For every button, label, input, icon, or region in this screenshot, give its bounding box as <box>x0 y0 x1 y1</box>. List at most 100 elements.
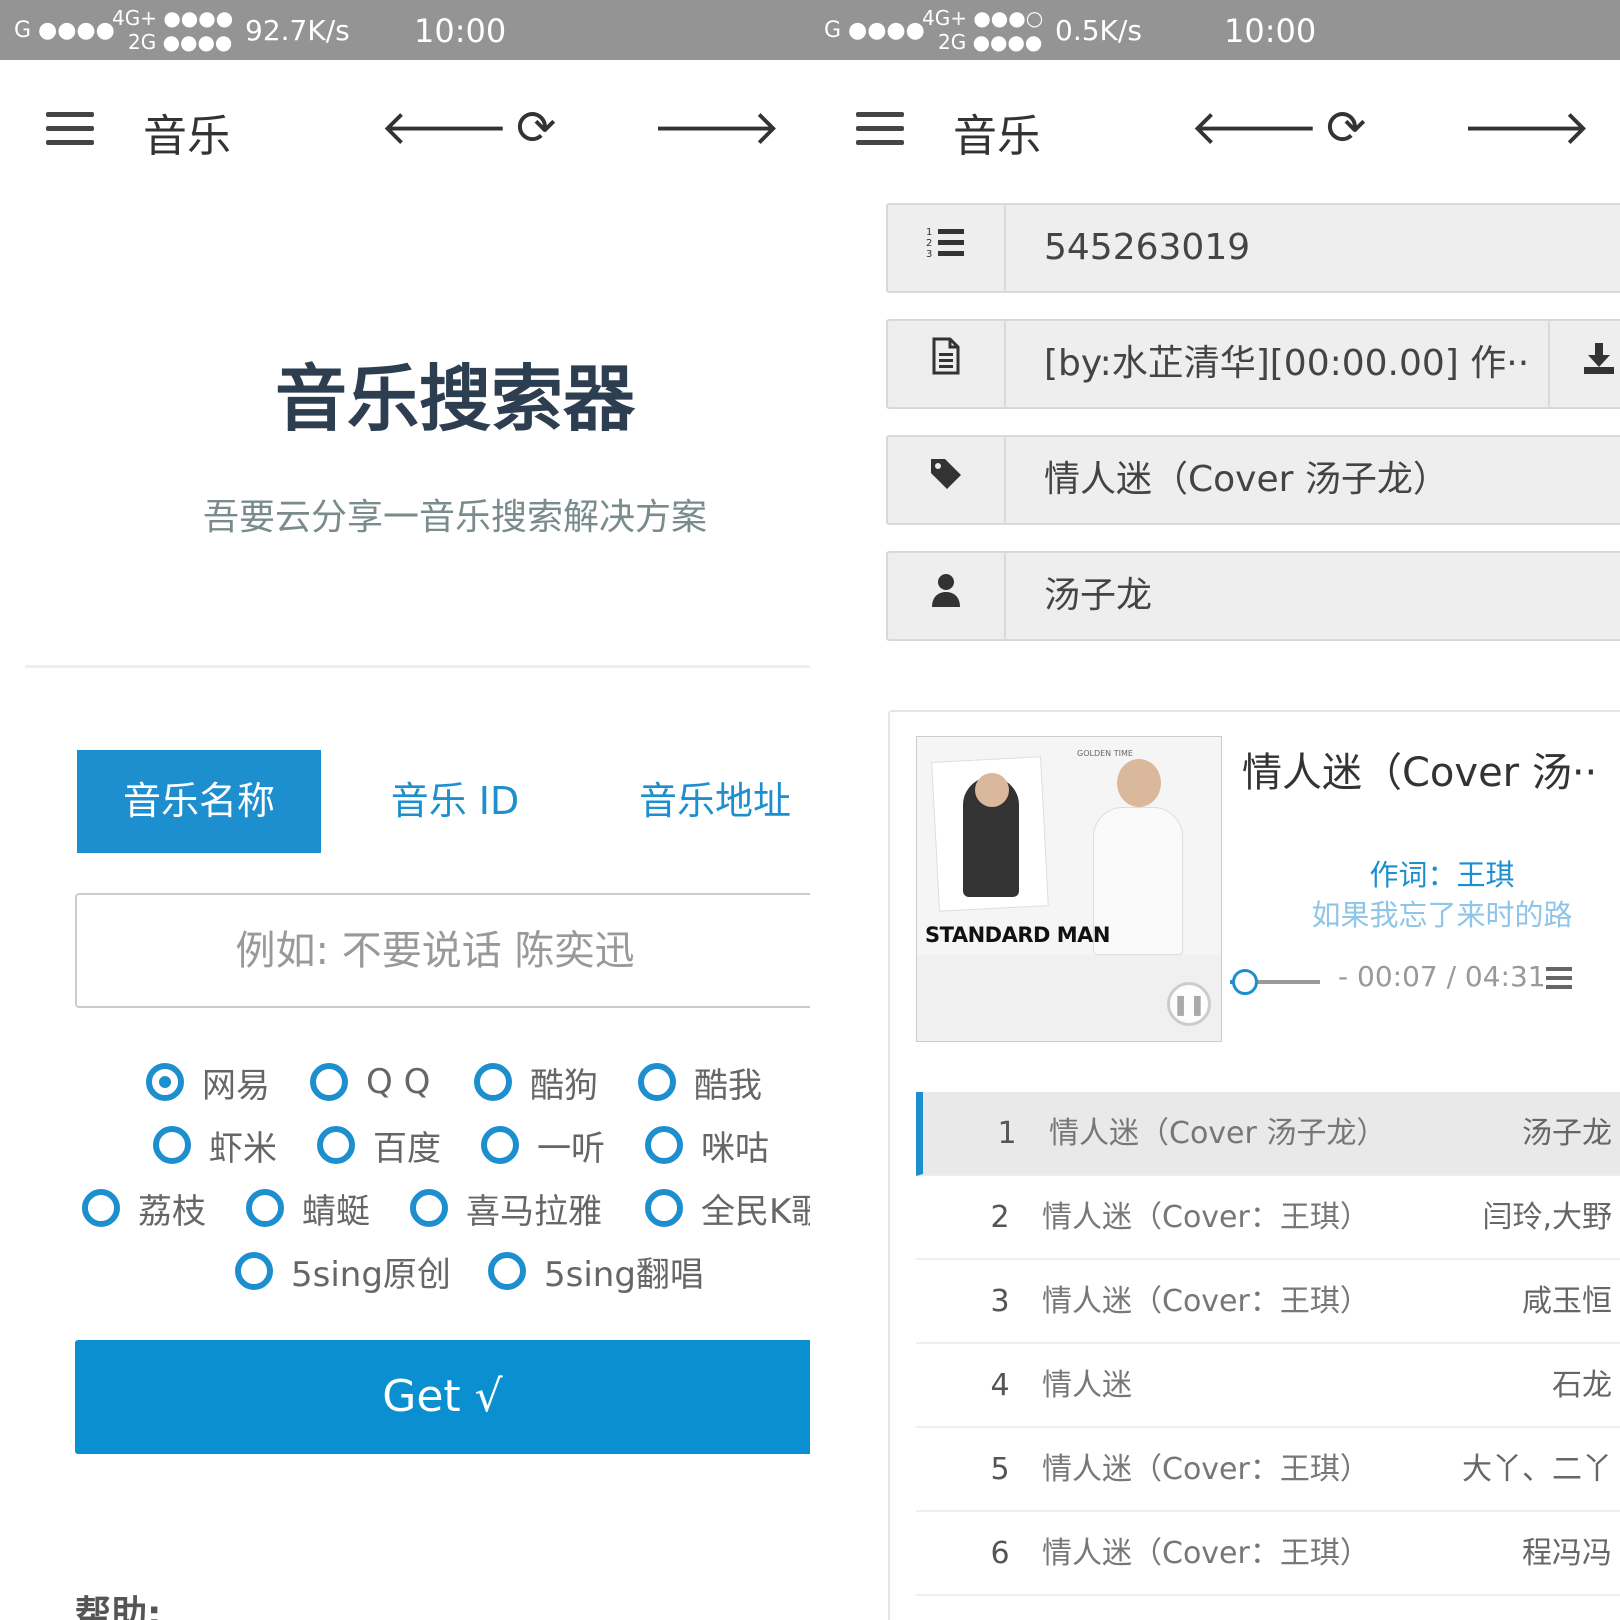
radio-unchecked-icon <box>310 1063 348 1101</box>
radio-baidu[interactable]: 百度 <box>317 1117 441 1173</box>
song-id-value[interactable]: 545263019 <box>1044 205 1250 291</box>
nav-title: 音乐 <box>143 111 231 162</box>
track-artist: 咸玉恒 <box>1522 1284 1612 1319</box>
radio-unchecked-icon <box>317 1126 355 1164</box>
track-artist: 汤子龙 <box>1522 1116 1612 1151</box>
radio-kuwo[interactable]: 酷我 <box>638 1054 762 1110</box>
playlist-item[interactable]: 1 情人迷（Cover 汤子龙） 汤子龙 <box>916 1092 1620 1176</box>
download-icon[interactable] <box>1548 321 1620 407</box>
playlist-item[interactable]: 4 情人迷 石龙 <box>916 1344 1620 1428</box>
clock: 10:00 <box>1224 12 1317 50</box>
song-title-field: 情人迷（Cover 汤子龙） <box>886 435 1620 525</box>
radio-lizhi[interactable]: 荔枝 <box>82 1180 206 1236</box>
help-heading: 帮助: <box>75 1594 162 1620</box>
search-input[interactable] <box>75 893 810 1008</box>
track-number: 1 <box>997 1116 1017 1151</box>
network-2g: 2G ●●●● <box>128 30 233 54</box>
network-4g: 4G+ ●●●○ <box>922 6 1044 30</box>
radio-ximalaya[interactable]: 喜马拉雅 <box>410 1180 602 1236</box>
track-number: 4 <box>990 1368 1010 1403</box>
radio-unchecked-icon <box>153 1126 191 1164</box>
pause-icon[interactable]: ❚❚ <box>1167 982 1211 1026</box>
network-indicator: 4G+ ●●●○ 2G ●●●● <box>922 6 1043 54</box>
lyrics-field: [by:水芷清华][00:00.00] 作·· <box>886 319 1620 409</box>
status-bar: G ●●●● 4G+ ●●●○ 2G ●●●● 0.5K/s 10:00 ≋ <box>810 0 1620 60</box>
nav-bar: 音乐 🡐 ⟳ 🡒 <box>810 60 1620 200</box>
progress-bar[interactable] <box>1230 969 1320 995</box>
forward-arrow-icon[interactable]: 🡒 <box>1462 98 1591 158</box>
menu-icon[interactable] <box>856 112 904 148</box>
radio-xiami[interactable]: 虾米 <box>153 1117 277 1173</box>
signal-carrier: G ●●●● <box>824 18 925 43</box>
playlist-item[interactable]: 6 情人迷（Cover：王琪） 程冯冯 <box>916 1512 1620 1596</box>
artist-value[interactable]: 汤子龙 <box>1044 553 1152 639</box>
radio-5sing-original[interactable]: 5sing原创 <box>235 1243 451 1299</box>
progress-handle[interactable] <box>1232 969 1259 995</box>
radio-unchecked-icon <box>488 1252 526 1290</box>
track-artist: 程冯冯 <box>1522 1536 1612 1571</box>
track-number: 3 <box>990 1284 1010 1319</box>
radio-checked-icon <box>146 1063 184 1101</box>
song-id-field: 123 545263019 <box>886 203 1620 293</box>
signal-carrier: G ●●●● <box>14 18 115 43</box>
radio-unchecked-icon <box>82 1189 120 1227</box>
lyrics-value[interactable]: [by:水芷清华][00:00.00] 作·· <box>1044 321 1539 407</box>
playlist-item[interactable]: 3 情人迷（Cover：王琪） 咸玉恒 <box>916 1260 1620 1344</box>
network-4g: 4G+ ●●●● <box>112 6 234 30</box>
radio-qingting[interactable]: 蜻蜓 <box>246 1180 370 1236</box>
clock: 10:00 <box>414 12 507 50</box>
tab-music-name[interactable]: 音乐名称 <box>77 750 321 853</box>
track-title: 情人迷（Cover：王琪） <box>1042 1536 1370 1571</box>
track-title: 情人迷（Cover：王琪） <box>1042 1452 1370 1487</box>
svg-text:1: 1 <box>926 227 932 238</box>
track-artist: 石龙 <box>1552 1368 1612 1403</box>
radio-unchecked-icon <box>638 1063 676 1101</box>
playlist: 1 情人迷（Cover 汤子龙） 汤子龙 2 情人迷（Cover：王琪） 闫玲,… <box>916 1092 1620 1596</box>
track-title: 情人迷（Cover 汤子龙） <box>1049 1116 1387 1151</box>
album-cover: GOLDEN TIME STANDARD MAN ❚❚ <box>916 736 1222 1042</box>
get-button[interactable]: Get √ <box>75 1340 810 1454</box>
back-arrow-icon[interactable]: 🡐 <box>1190 98 1319 158</box>
track-title: 情人迷（Cover：王琪） <box>1042 1200 1370 1235</box>
file-text-icon <box>888 321 1006 407</box>
radio-5sing-cover[interactable]: 5sing翻唱 <box>488 1243 704 1299</box>
radio-yiting[interactable]: 一听 <box>481 1117 605 1173</box>
page-subtitle: 吾要云分享一音乐搜索解决方案 <box>202 497 707 538</box>
radio-unchecked-icon <box>474 1063 512 1101</box>
refresh-icon[interactable]: ⟳ <box>516 98 556 158</box>
play-time: - 00:07 / 04:31 <box>1338 960 1546 993</box>
divider <box>25 665 810 668</box>
radio-kugou[interactable]: 酷狗 <box>474 1054 598 1110</box>
svg-text:2: 2 <box>926 238 932 249</box>
track-title: 情人迷（Cover：王琪） <box>1042 1284 1370 1319</box>
song-title-value[interactable]: 情人迷（Cover 汤子龙） <box>1044 437 1449 523</box>
network-2g: 2G ●●●● <box>938 30 1043 54</box>
radio-netease[interactable]: 网易 <box>146 1054 270 1110</box>
lyric-next-line: 如果我忘了来时的路 <box>1311 898 1573 932</box>
tab-music-id[interactable]: 音乐 ID <box>335 750 575 853</box>
network-speed: 0.5K/s <box>1055 14 1142 47</box>
nav-title: 音乐 <box>953 111 1041 162</box>
tab-music-url[interactable]: 音乐地址 <box>595 750 810 853</box>
radio-unchecked-icon <box>410 1189 448 1227</box>
menu-icon[interactable] <box>46 112 94 148</box>
artist-field: 汤子龙 <box>886 551 1620 641</box>
forward-arrow-icon[interactable]: 🡒 <box>652 98 781 158</box>
wifi-icon: ≋ <box>810 10 812 40</box>
radio-quanmin-kge[interactable]: 全民K歌 <box>645 1180 810 1236</box>
nav-bar: 音乐 🡐 ⟳ 🡒 <box>0 60 810 200</box>
refresh-icon[interactable]: ⟳ <box>1326 98 1366 158</box>
back-arrow-icon[interactable]: 🡐 <box>380 98 509 158</box>
radio-qq[interactable]: Q Q <box>310 1054 430 1110</box>
music-player: GOLDEN TIME STANDARD MAN ❚❚ 情人迷（Cover 汤·… <box>888 710 1620 1620</box>
lyric-current-line: 作词：王琪 <box>1369 858 1515 892</box>
tag-icon <box>888 437 1006 523</box>
status-bar: G ●●●● 4G+ ●●●● 2G ●●●● 92.7K/s 10:00 <box>0 0 810 60</box>
playlist-item[interactable]: 5 情人迷（Cover：王琪） 大丫、二丫 <box>916 1428 1620 1512</box>
radio-unchecked-icon <box>645 1189 683 1227</box>
radio-unchecked-icon <box>645 1126 683 1164</box>
playlist-item[interactable]: 2 情人迷（Cover：王琪） 闫玲,大野 <box>916 1176 1620 1260</box>
playlist-toggle-icon[interactable] <box>1546 967 1572 989</box>
radio-migu[interactable]: 咪咕 <box>645 1117 769 1173</box>
radio-unchecked-icon <box>481 1126 519 1164</box>
